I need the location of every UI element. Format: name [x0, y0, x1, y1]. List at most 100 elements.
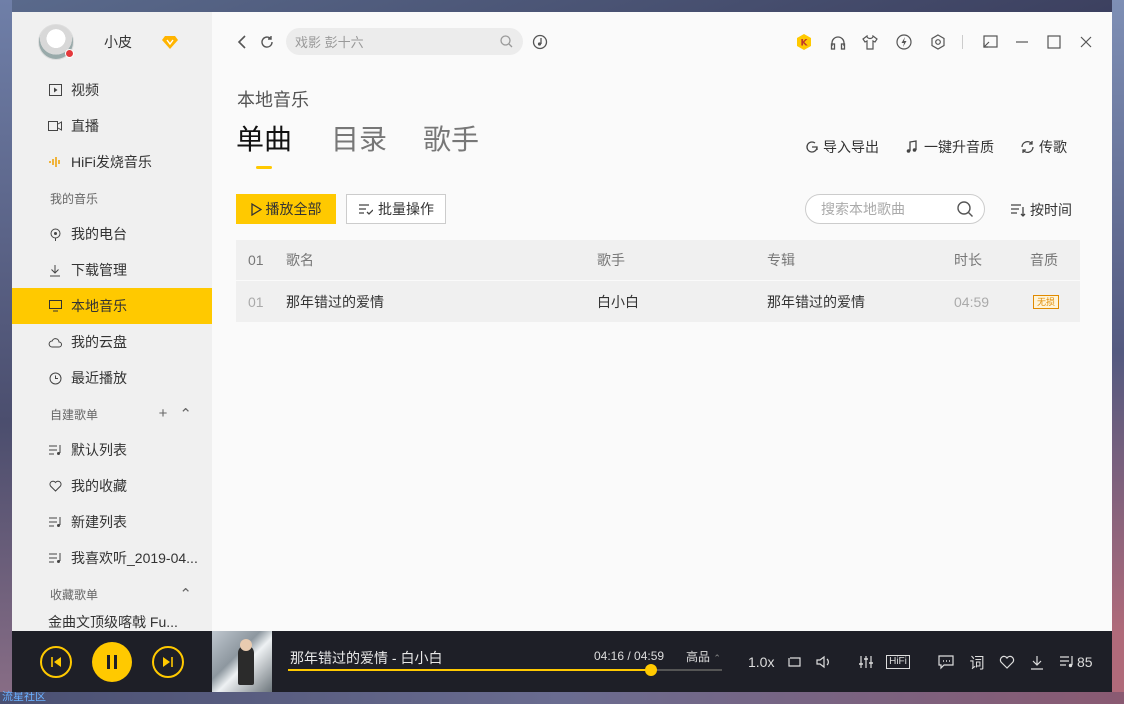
close-icon[interactable]: [1076, 32, 1096, 52]
minimize-icon[interactable]: [1012, 32, 1032, 52]
search-input[interactable]: 戏影 彭十六: [286, 28, 523, 55]
import-export-label: 导入导出: [823, 139, 879, 155]
username[interactable]: 小皮: [104, 32, 132, 52]
chevron-up-icon: ⌃: [713, 653, 721, 663]
sidebar-item-cloud[interactable]: 我的云盘: [12, 324, 212, 360]
row-artist[interactable]: 白小白: [597, 281, 639, 322]
upgrade-quality-button[interactable]: 一键升音质: [906, 137, 994, 157]
tab-songs[interactable]: 单曲: [236, 118, 292, 158]
next-button[interactable]: [152, 646, 184, 678]
sidebar-item-new-list[interactable]: 新建列表: [12, 504, 212, 540]
song-table: 01 歌名 歌手 专辑 时长 音质 01 那年错过的爱情 白小白 那年错过的爱情…: [236, 240, 1080, 322]
lyrics-toggle[interactable]: 词: [967, 652, 987, 672]
pause-icon: [107, 655, 117, 669]
lossless-badge: 无损: [1033, 294, 1060, 309]
headphones-icon[interactable]: [828, 32, 848, 52]
cloud-icon: [48, 335, 62, 349]
chevron-up-icon[interactable]: ⌃: [179, 405, 192, 423]
sidebar-item-local-music[interactable]: 本地音乐: [12, 288, 212, 324]
sidebar-item-favorites[interactable]: 我的收藏: [12, 468, 212, 504]
header-index: 01: [248, 252, 264, 268]
maximize-icon[interactable]: [1044, 32, 1064, 52]
sidebar-item-recent[interactable]: 最近播放: [12, 360, 212, 396]
sidebar-item-radio[interactable]: 我的电台: [12, 216, 212, 252]
avatar[interactable]: [38, 24, 74, 60]
sidebar-item-label: 直播: [71, 118, 99, 134]
add-icon[interactable]: +: [159, 405, 168, 423]
download-icon[interactable]: [1027, 652, 1047, 672]
sidebar-item-live[interactable]: 直播: [12, 108, 212, 144]
loop-mode-icon[interactable]: [784, 652, 804, 672]
music-recognize-icon[interactable]: [530, 32, 550, 52]
playlist-queue-icon[interactable]: [1057, 652, 1077, 672]
like-heart-icon[interactable]: [997, 652, 1017, 672]
section-tools: + ⌃: [159, 405, 192, 423]
volume-icon[interactable]: [814, 652, 834, 672]
mini-mode-icon[interactable]: [980, 32, 1000, 52]
header-artist[interactable]: 歌手: [597, 240, 625, 280]
equalizer-icon[interactable]: [856, 652, 876, 672]
album-cover[interactable]: [212, 631, 272, 692]
header-title[interactable]: 歌名: [286, 240, 314, 280]
search-icon[interactable]: [957, 201, 974, 218]
sidebar-item-liked-2019[interactable]: 我喜欢听_2019-04...: [12, 540, 212, 576]
now-playing-title[interactable]: 那年错过的爱情 - 白小白: [290, 648, 442, 668]
playback-speed[interactable]: 1.0x: [748, 654, 774, 670]
divider: [962, 35, 963, 49]
video-icon: [48, 83, 62, 97]
header-duration[interactable]: 时长: [954, 240, 982, 280]
progress-bar[interactable]: [288, 664, 722, 676]
k-coin-icon[interactable]: K: [794, 32, 814, 52]
table-row[interactable]: 01 那年错过的爱情 白小白 那年错过的爱情 04:59 无损: [236, 280, 1080, 322]
sidebar-item-label: 新建列表: [71, 514, 127, 530]
sidebar: 小皮 视频 直播 HiFi发烧音乐 我的音乐 我的电台 下载管理 本地音乐 我的…: [12, 12, 212, 631]
upgrade-quality-label: 一键升音质: [924, 139, 994, 155]
section-label: 收藏歌单: [50, 587, 99, 602]
vip-diamond-icon[interactable]: [162, 35, 178, 49]
tab-artists[interactable]: 歌手: [423, 118, 479, 158]
quality-label: 高品: [686, 650, 711, 664]
skin-shirt-icon[interactable]: [860, 32, 880, 52]
next-icon: [163, 657, 173, 667]
playlist-icon: [48, 551, 62, 565]
sort-by-time-button[interactable]: 按时间: [1010, 200, 1072, 220]
refresh-icon[interactable]: [257, 32, 277, 52]
profile: 小皮: [12, 12, 212, 72]
back-arrow-icon[interactable]: [232, 32, 252, 52]
row-album[interactable]: 那年错过的爱情: [767, 281, 865, 322]
transfer-songs-label: 传歌: [1039, 139, 1067, 155]
checklist-icon: [359, 203, 373, 215]
progress-handle[interactable]: [644, 664, 657, 676]
chevron-up-icon[interactable]: ⌃: [179, 585, 192, 603]
header-quality[interactable]: 音质: [1030, 240, 1058, 280]
music-note-up-icon: [906, 140, 917, 153]
transfer-songs-button[interactable]: 传歌: [1020, 137, 1067, 157]
sidebar-item-hifi[interactable]: HiFi发烧音乐: [12, 144, 212, 180]
local-search-input[interactable]: 搜索本地歌曲: [805, 194, 985, 224]
previous-button[interactable]: [40, 646, 72, 678]
monitor-icon: [48, 299, 62, 313]
lightning-icon[interactable]: [894, 32, 914, 52]
settings-gear-icon[interactable]: [928, 32, 948, 52]
section-my-music: 我的音乐: [50, 191, 99, 206]
search-icon[interactable]: [500, 35, 513, 48]
tab-folders[interactable]: 目录: [331, 118, 387, 158]
row-title[interactable]: 那年错过的爱情: [286, 281, 384, 322]
hifi-toggle[interactable]: HiFi: [884, 652, 912, 672]
section-collected-playlists: 收藏歌单 ⌃: [12, 576, 212, 612]
play-all-button[interactable]: 播放全部: [236, 194, 336, 224]
import-export-icon: [806, 141, 818, 153]
header-album[interactable]: 专辑: [767, 240, 795, 280]
sidebar-item-collected[interactable]: 金曲文顶级喀戟 Fu...: [12, 612, 212, 632]
sidebar-item-downloads[interactable]: 下载管理: [12, 252, 212, 288]
sidebar-item-default-list[interactable]: 默认列表: [12, 432, 212, 468]
pause-button[interactable]: [92, 642, 132, 682]
sidebar-item-label: 本地音乐: [71, 298, 127, 314]
sidebar-item-video[interactable]: 视频: [12, 72, 212, 108]
import-export-button[interactable]: 导入导出: [805, 137, 879, 157]
previous-icon: [51, 657, 61, 667]
comments-icon[interactable]: [936, 652, 956, 672]
play-icon: [250, 202, 262, 216]
quality-select[interactable]: 高品 ⌃: [686, 648, 721, 665]
batch-operation-button[interactable]: 批量操作: [346, 194, 446, 224]
